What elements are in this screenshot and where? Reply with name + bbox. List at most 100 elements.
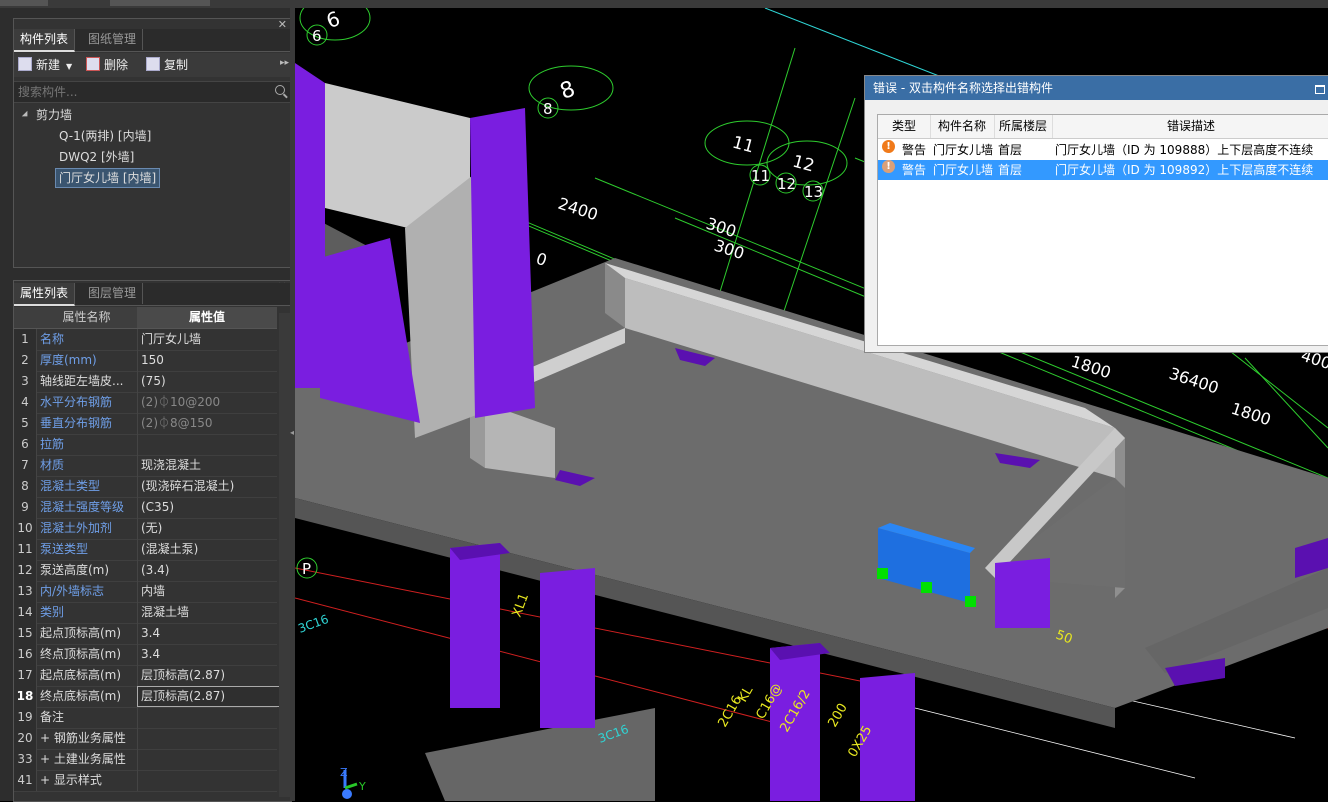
property-value[interactable] — [137, 707, 279, 728]
property-name: 混凝土外加剂 — [36, 518, 140, 539]
property-value[interactable]: (2)⏀8@150 — [137, 413, 279, 434]
column-header-type[interactable]: 类型 — [878, 115, 931, 138]
property-value[interactable]: 150 — [137, 350, 279, 371]
toolbar-fragment[interactable] — [110, 0, 210, 6]
property-row[interactable]: 7 材质 现浇混凝土 — [14, 455, 277, 477]
tree-node-shear-wall[interactable]: 剪力墙 — [21, 105, 72, 125]
error-type: 警告 — [902, 163, 927, 177]
maximize-icon[interactable] — [1315, 85, 1325, 94]
axis-gizmo[interactable]: Z Y — [340, 766, 366, 799]
tab-property-list[interactable]: 属性列表 — [14, 283, 76, 306]
column-header-floor[interactable]: 所属楼层 — [994, 115, 1053, 138]
property-row[interactable]: 18 终点底标高(m) 层顶标高(2.87) — [14, 686, 280, 708]
axis-label: 13 — [804, 183, 823, 201]
property-row[interactable]: 14 类别 混凝土墙 — [14, 602, 277, 624]
property-row[interactable]: 1 名称 门厅女儿墙 — [14, 329, 277, 351]
property-value[interactable]: (C35) — [137, 497, 279, 518]
property-row[interactable]: 13 内/外墙标志 内墙 — [14, 581, 277, 603]
property-row[interactable]: 33 + 土建业务属性 — [14, 749, 277, 771]
component-tabs: 构件列表 图纸管理 — [14, 29, 291, 52]
copy-button[interactable]: 复制 — [146, 56, 188, 74]
dimension-text: 1800 — [1229, 399, 1274, 430]
error-row-selected[interactable]: ! 警告 门厅女儿墙 首层 门厅女儿墙（ID 为 109892）上下层高度不连续 — [878, 160, 1328, 180]
delete-button[interactable]: 删除 — [86, 56, 128, 74]
property-row[interactable]: 9 混凝土强度等级 (C35) — [14, 497, 277, 519]
dropdown-arrow-icon[interactable]: ▼ — [66, 62, 72, 71]
property-row[interactable]: 5 垂直分布钢筋 (2)⏀8@150 — [14, 413, 277, 435]
property-value[interactable]: 3.4 — [137, 644, 279, 665]
tab-component-list[interactable]: 构件列表 — [14, 29, 76, 52]
error-list: 类型 构件名称 所属楼层 错误描述 ! 警告 门厅女儿墙 首层 门厅女儿墙（ID… — [877, 114, 1328, 346]
property-value[interactable] — [137, 728, 279, 749]
property-value[interactable]: 3.4 — [137, 623, 279, 644]
bubble-label: 6 — [323, 8, 343, 33]
property-list-panel: ✕ 属性列表 图层管理 属性名称 属性值 1名称门厅女儿墙2厚度(mm)1503… — [13, 280, 292, 802]
property-value[interactable]: (75) — [137, 371, 279, 392]
property-value[interactable]: (3.4) — [137, 560, 279, 581]
tree-item[interactable]: Q-1(两排) [内墙] — [59, 126, 151, 146]
error-row[interactable]: ! 警告 门厅女儿墙 首层 门厅女儿墙（ID 为 109888）上下层高度不连续 — [878, 140, 1328, 160]
property-row[interactable]: 8 混凝土类型 (现浇碎石混凝土) — [14, 476, 277, 498]
property-row-number: 3 — [14, 371, 36, 392]
cad-text: 3C16 — [296, 612, 330, 636]
property-row-number: 18 — [14, 686, 36, 707]
property-row-number: 13 — [14, 581, 36, 602]
property-value[interactable] — [137, 770, 279, 791]
property-row-number: 33 — [14, 749, 36, 770]
property-row-number: 15 — [14, 623, 36, 644]
search-input[interactable] — [16, 84, 270, 100]
property-value[interactable] — [137, 749, 279, 770]
property-row[interactable]: 20 + 钢筋业务属性 — [14, 728, 277, 750]
tab-drawing-management[interactable]: 图纸管理 — [82, 29, 144, 50]
property-value[interactable]: (混凝土泵) — [137, 539, 279, 560]
property-name: 厚度(mm) — [36, 350, 140, 371]
property-value[interactable]: 混凝土墙 — [137, 602, 279, 623]
error-dialog-titlebar[interactable]: 错误 - 双击构件名称选择出错构件 — [865, 76, 1328, 100]
property-row[interactable]: 16 终点顶标高(m) 3.4 — [14, 644, 277, 666]
property-value[interactable]: 层顶标高(2.87) — [137, 686, 280, 707]
column-header-description[interactable]: 错误描述 — [1052, 115, 1328, 138]
property-row-number: 10 — [14, 518, 36, 539]
property-name: 起点底标高(m) — [36, 665, 140, 686]
property-row[interactable]: 19 备注 — [14, 707, 277, 729]
tab-layer-management[interactable]: 图层管理 — [82, 283, 144, 304]
property-row[interactable]: 11 泵送类型 (混凝土泵) — [14, 539, 277, 561]
axis-label: 12 — [777, 175, 796, 193]
property-value[interactable]: 内墙 — [137, 581, 279, 602]
property-row[interactable]: 10 混凝土外加剂 (无) — [14, 518, 277, 540]
error-component-name[interactable]: 门厅女儿墙 — [933, 160, 993, 180]
expand-icon[interactable] — [21, 110, 31, 120]
component-list-panel: ✕ 构件列表 图纸管理 新建▼ 删除 复制 ▸▸ 剪力墙 Q-1(两排) [内墙… — [13, 18, 292, 268]
property-row[interactable]: 6 拉筋 — [14, 434, 277, 456]
property-value[interactable]: 层顶标高(2.87) — [137, 665, 279, 686]
bubble-label: 12 — [790, 152, 816, 177]
property-value[interactable]: (无) — [137, 518, 279, 539]
column-header-component-name[interactable]: 构件名称 — [930, 115, 995, 138]
toolbar-fragment[interactable] — [0, 0, 48, 6]
property-row[interactable]: 2 厚度(mm) 150 — [14, 350, 277, 372]
property-name: 起点顶标高(m) — [36, 623, 140, 644]
collapse-arrow-icon[interactable]: ◂ — [290, 428, 294, 437]
tree-item[interactable]: DWQ2 [外墙] — [59, 147, 134, 167]
more-icon[interactable]: ▸▸ — [280, 58, 289, 68]
property-row[interactable]: 3 轴线距左墙皮... (75) — [14, 371, 277, 393]
tree-item-selected[interactable]: 门厅女儿墙 [内墙] — [55, 168, 161, 188]
property-row[interactable]: 4 水平分布钢筋 (2)⏀10@200 — [14, 392, 277, 414]
property-row[interactable]: 41 + 显示样式 — [14, 770, 277, 792]
property-row[interactable]: 12 泵送高度(m) (3.4) — [14, 560, 277, 582]
property-name: + 钢筋业务属性 — [36, 728, 140, 749]
error-floor: 首层 — [998, 163, 1023, 177]
search-icon[interactable] — [275, 85, 285, 95]
property-value[interactable]: 现浇混凝土 — [137, 455, 279, 476]
property-row[interactable]: 17 起点底标高(m) 层顶标高(2.87) — [14, 665, 277, 687]
property-row-number: 5 — [14, 413, 36, 434]
property-value[interactable]: 门厅女儿墙 — [137, 329, 279, 350]
property-value[interactable]: (现浇碎石混凝土) — [137, 476, 279, 497]
property-row[interactable]: 15 起点顶标高(m) 3.4 — [14, 623, 277, 645]
new-icon — [18, 57, 32, 71]
new-button[interactable]: 新建 ▼ — [18, 56, 72, 74]
property-value[interactable] — [137, 434, 279, 455]
error-component-name[interactable]: 门厅女儿墙 — [933, 140, 993, 160]
property-value[interactable]: (2)⏀10@200 — [137, 392, 279, 413]
component-search — [14, 81, 291, 103]
